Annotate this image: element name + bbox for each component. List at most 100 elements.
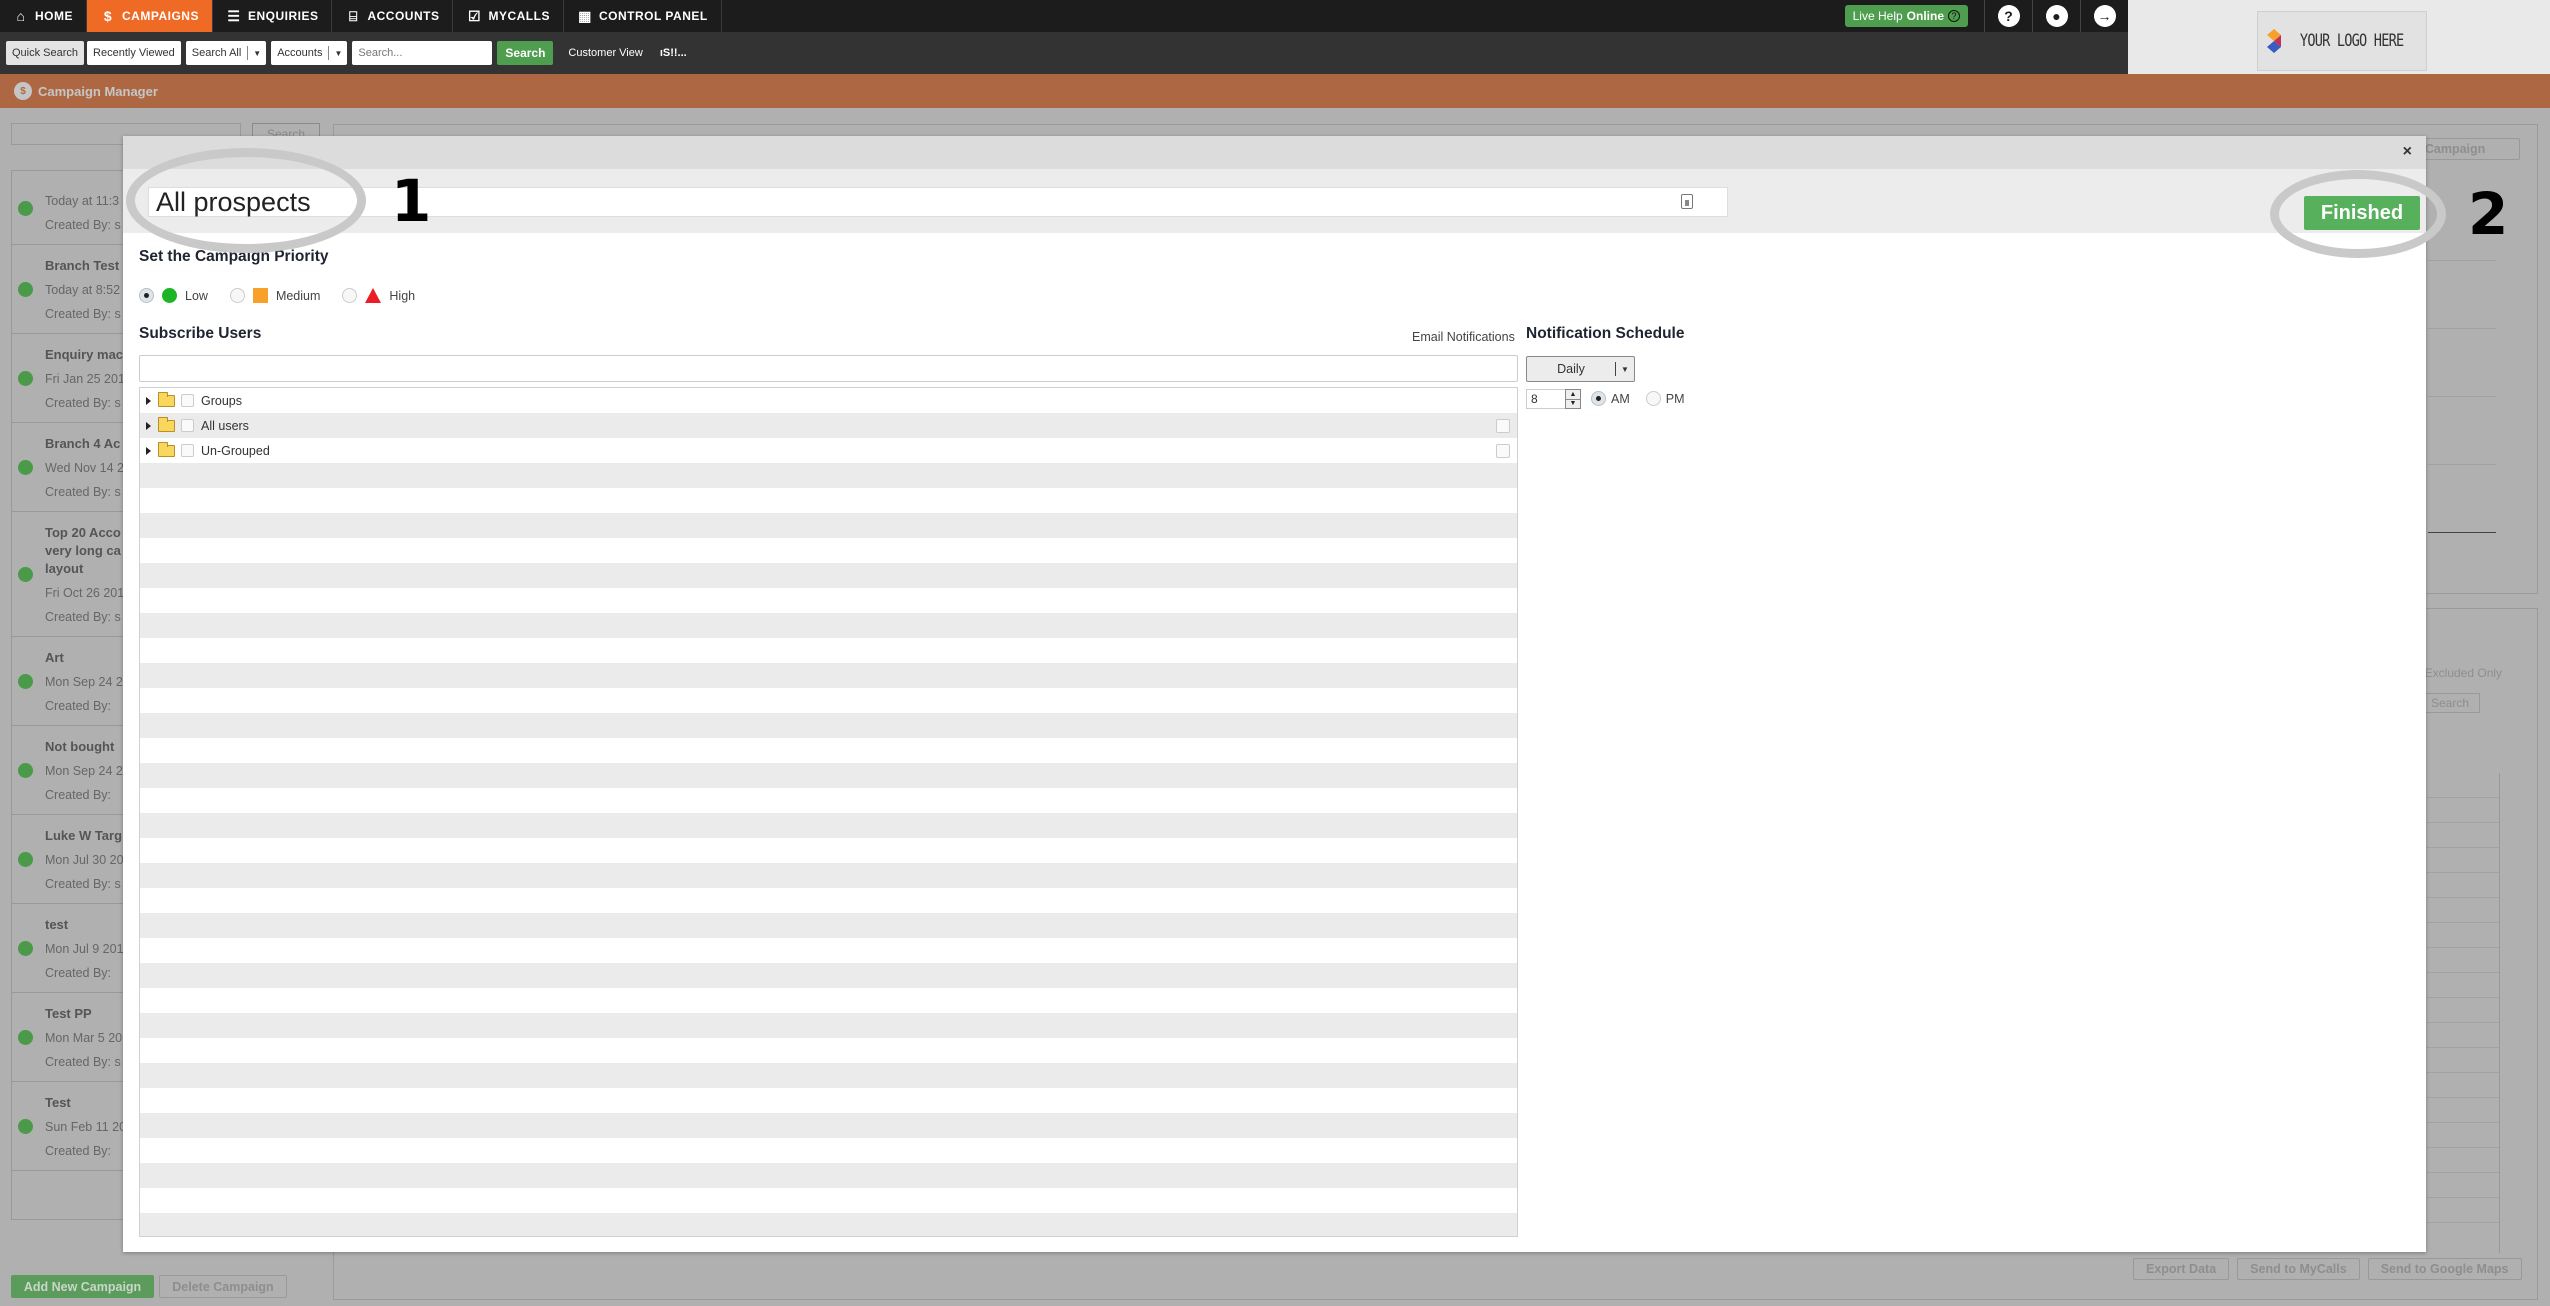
global-search-input[interactable] bbox=[352, 41, 493, 65]
enquiries-icon: ☰ bbox=[227, 7, 241, 24]
empty-tree-row bbox=[140, 1063, 1517, 1088]
priority-high-radio[interactable] bbox=[342, 288, 358, 303]
subscribe-checkbox[interactable] bbox=[181, 419, 194, 432]
empty-tree-row bbox=[140, 863, 1517, 888]
campaign-settings-modal: × All prospects Finished Set the Campaig… bbox=[123, 136, 2426, 1252]
live-help-button[interactable]: Live Help Online? bbox=[1844, 5, 1968, 27]
empty-tree-row bbox=[140, 1013, 1517, 1038]
chevron-down-icon: ▼ bbox=[253, 48, 262, 58]
nav-control-panel[interactable]: ▦ CONTROL PANEL bbox=[564, 0, 722, 32]
chevron-down-icon: ▼ bbox=[1621, 364, 1629, 374]
status-dot-icon bbox=[18, 763, 33, 778]
user-icon: ● bbox=[2045, 5, 2068, 27]
empty-tree-row bbox=[140, 513, 1517, 538]
chevron-down-icon: ▼ bbox=[334, 48, 343, 58]
empty-tree-row bbox=[140, 1113, 1517, 1138]
empty-tree-row bbox=[140, 1138, 1517, 1163]
quick-search-tab[interactable]: Quick Search bbox=[6, 41, 85, 65]
nav-campaigns[interactable]: $ CAMPAIGNS bbox=[87, 0, 213, 32]
campaigns-icon: $ bbox=[14, 82, 32, 100]
priority-medium-radio[interactable] bbox=[229, 288, 245, 303]
empty-tree-row bbox=[140, 838, 1517, 863]
help-icon: ? bbox=[1997, 5, 2020, 27]
logout-button[interactable]: → bbox=[2080, 0, 2128, 32]
results-search-button[interactable]: Search bbox=[2420, 693, 2480, 713]
tree-row: Un-Grouped bbox=[140, 438, 1517, 463]
logo-area: YOUR LOGO HERE bbox=[2128, 0, 2550, 74]
subscribe-checkbox[interactable] bbox=[181, 444, 194, 457]
empty-tree-row bbox=[140, 688, 1517, 713]
logout-icon: → bbox=[2093, 5, 2116, 27]
email-notifications-label: Email Notifications bbox=[1412, 330, 1515, 344]
pm-radio[interactable] bbox=[1645, 391, 1661, 406]
low-priority-icon bbox=[162, 288, 177, 303]
empty-tree-row bbox=[140, 713, 1517, 738]
empty-tree-row bbox=[140, 1188, 1517, 1213]
nav-home[interactable]: ⌂ HOME bbox=[0, 0, 87, 32]
status-dot-icon bbox=[18, 1030, 33, 1045]
decrement-icon[interactable]: ▼ bbox=[1566, 400, 1580, 409]
help-button[interactable]: ? bbox=[1984, 0, 2032, 32]
email-notification-checkbox[interactable] bbox=[1496, 419, 1510, 433]
home-icon: ⌂ bbox=[16, 8, 26, 24]
nav-mycalls[interactable]: ☑ MYCALLS bbox=[453, 0, 564, 32]
recently-viewed-tab[interactable]: Recently Viewed bbox=[87, 41, 181, 65]
page-title: Campaign Manager bbox=[38, 83, 158, 99]
hour-stepper[interactable]: ▲ ▼ bbox=[1565, 389, 1581, 409]
control-panel-icon: ▦ bbox=[578, 7, 592, 24]
accounts-icon: ⌸ bbox=[349, 7, 358, 24]
expand-arrow-icon[interactable] bbox=[146, 396, 152, 405]
increment-icon[interactable]: ▲ bbox=[1566, 390, 1580, 400]
email-notification-checkbox[interactable] bbox=[1496, 444, 1510, 458]
search-scope-select[interactable]: Search All ▼ bbox=[185, 41, 267, 65]
status-dot-icon bbox=[18, 200, 33, 216]
empty-tree-row bbox=[140, 1213, 1517, 1236]
add-campaign-button[interactable]: Add New Campaign bbox=[11, 1275, 154, 1298]
send-to-mycalls-button[interactable]: Send to MyCalls bbox=[2237, 1258, 2360, 1280]
empty-tree-row bbox=[140, 788, 1517, 813]
question-icon: ? bbox=[1948, 10, 1960, 22]
send-to-google-maps-button[interactable]: Send to Google Maps bbox=[2367, 1258, 2522, 1280]
logo-mark-icon bbox=[2267, 29, 2282, 53]
profile-button[interactable]: ● bbox=[2032, 0, 2080, 32]
campaign-name-input[interactable]: All prospects bbox=[148, 187, 1728, 217]
status-dot-icon bbox=[18, 941, 33, 956]
expand-arrow-icon[interactable] bbox=[146, 446, 152, 455]
tree-row: Groups bbox=[140, 388, 1517, 413]
hour-input[interactable]: 8 bbox=[1526, 389, 1566, 409]
status-dot-icon bbox=[18, 460, 33, 475]
campaign-manager-header: $ Campaign Manager bbox=[0, 74, 2550, 108]
results-table bbox=[2420, 773, 2500, 1253]
user-tree: Groups All users Un-Grouped bbox=[139, 387, 1518, 1237]
export-data-button[interactable]: Export Data bbox=[2133, 1258, 2230, 1280]
empty-tree-row bbox=[140, 563, 1517, 588]
empty-tree-row bbox=[140, 663, 1517, 688]
empty-tree-row bbox=[140, 1163, 1517, 1188]
close-icon[interactable]: × bbox=[2403, 144, 2412, 160]
search-type-select[interactable]: Accounts ▼ bbox=[271, 41, 348, 65]
priority-low-radio[interactable] bbox=[139, 288, 154, 303]
nav-enquiries[interactable]: ☰ ENQUIRIES bbox=[213, 0, 333, 32]
status-dot-icon bbox=[18, 282, 33, 297]
subscribe-checkbox[interactable] bbox=[181, 394, 194, 407]
global-search-button[interactable]: Search bbox=[497, 41, 554, 65]
am-radio[interactable] bbox=[1591, 391, 1606, 406]
medium-priority-icon bbox=[252, 288, 268, 303]
extra-link[interactable]: ıS!!... bbox=[660, 47, 687, 59]
empty-tree-row bbox=[140, 738, 1517, 763]
user-filter-input[interactable] bbox=[139, 355, 1518, 382]
am-pm-options: AM PM bbox=[1591, 391, 1685, 406]
finished-button[interactable]: Finished bbox=[2304, 196, 2420, 230]
status-dot-icon bbox=[18, 567, 33, 582]
company-logo: YOUR LOGO HERE bbox=[2257, 11, 2427, 71]
customer-view-link[interactable]: Customer View bbox=[568, 47, 642, 59]
delete-campaign-button[interactable]: Delete Campaign bbox=[159, 1275, 287, 1298]
edit-icon[interactable] bbox=[1681, 194, 1693, 209]
priority-options: Low Medium High bbox=[139, 288, 415, 303]
nav-accounts[interactable]: ⌸ ACCOUNTS bbox=[332, 0, 454, 32]
campaign-name: Top 20 Acco very long ca layout bbox=[45, 525, 121, 576]
empty-tree-row bbox=[140, 613, 1517, 638]
frequency-select[interactable]: Daily ▼ bbox=[1526, 356, 1635, 382]
expand-arrow-icon[interactable] bbox=[146, 421, 152, 430]
status-dot-icon bbox=[18, 674, 33, 689]
